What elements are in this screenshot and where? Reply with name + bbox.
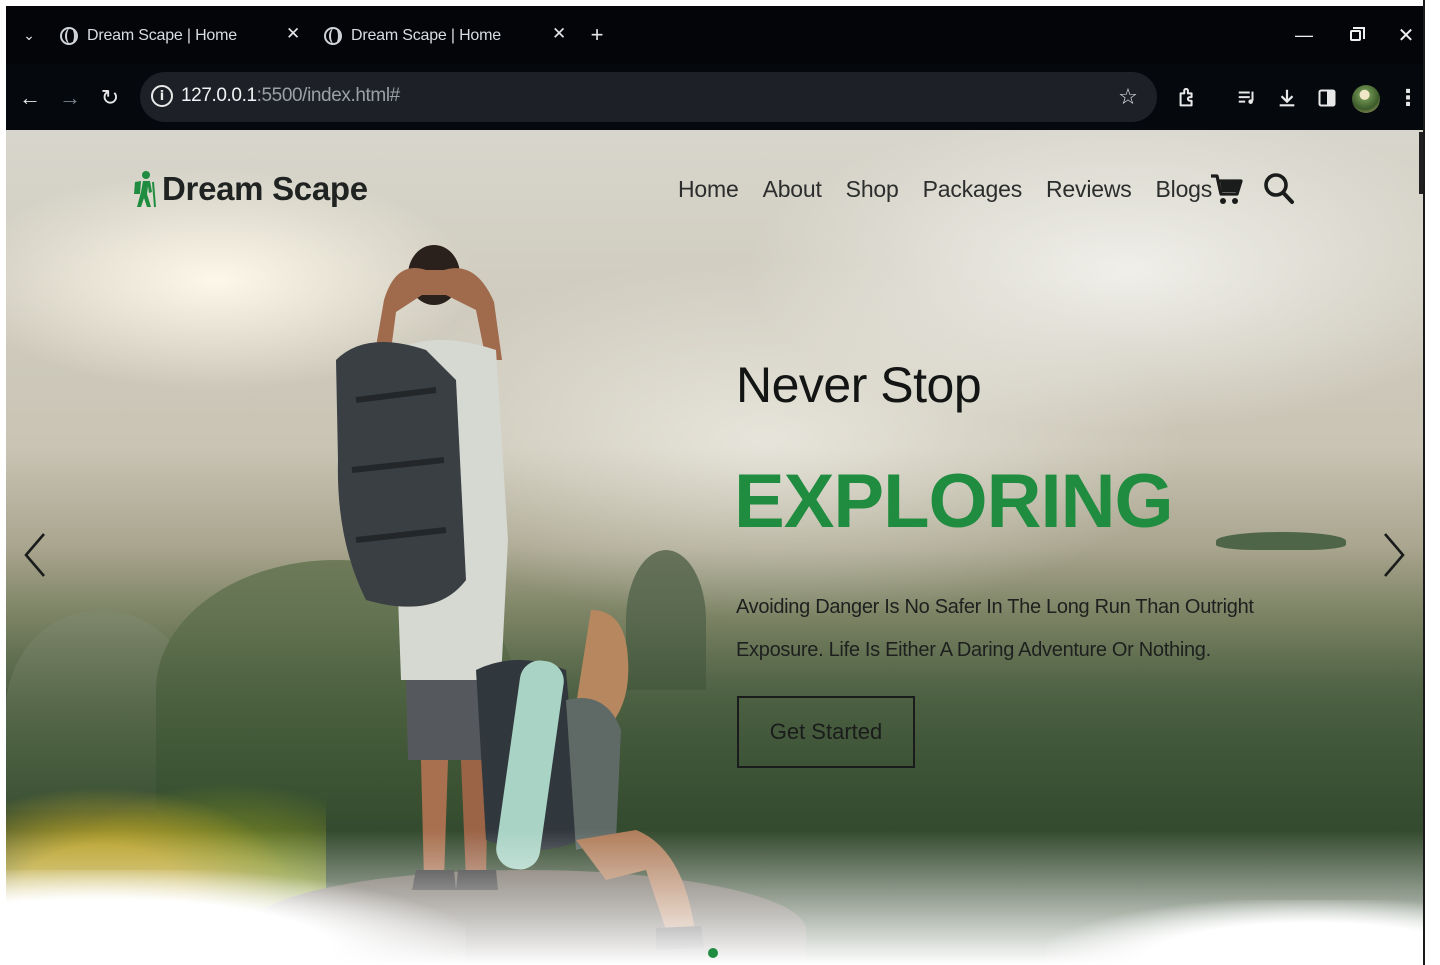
browser-window: ⌄ Dream Scape | Home ✕ Dream Scape | Hom… bbox=[6, 6, 1423, 965]
hero-description: Avoiding Danger Is No Safer In The Long … bbox=[736, 596, 1254, 661]
logo-text: Dream Scape bbox=[162, 170, 368, 207]
minimize-icon[interactable]: — bbox=[1289, 20, 1319, 50]
side-panel-icon[interactable] bbox=[1311, 82, 1343, 114]
mist-overlay bbox=[1046, 900, 1423, 965]
close-tab-icon[interactable]: ✕ bbox=[286, 24, 300, 44]
nav-shop[interactable]: Shop bbox=[846, 176, 899, 203]
url-path: :5500/index.html# bbox=[256, 85, 401, 106]
mist-overlay bbox=[6, 870, 466, 965]
nav-about[interactable]: About bbox=[763, 176, 822, 203]
download-icon[interactable] bbox=[1271, 82, 1303, 114]
hero-headline: Never Stop bbox=[736, 357, 982, 413]
globe-icon bbox=[324, 27, 342, 45]
back-arrow-icon[interactable]: ← bbox=[14, 82, 46, 114]
extensions-icon[interactable] bbox=[1171, 82, 1203, 114]
new-tab-icon[interactable]: + bbox=[584, 22, 610, 48]
nav-home[interactable]: Home bbox=[678, 176, 739, 203]
forward-arrow-icon[interactable]: → bbox=[54, 82, 86, 114]
nav-blogs[interactable]: Blogs bbox=[1156, 176, 1213, 203]
chevron-right-icon[interactable] bbox=[1377, 530, 1411, 580]
tab-search-chevron-icon[interactable]: ⌄ bbox=[18, 24, 40, 46]
hiker-logo-icon bbox=[134, 171, 156, 208]
reload-icon[interactable]: ↻ bbox=[94, 82, 126, 114]
tab-2[interactable]: Dream Scape | Home ✕ bbox=[324, 18, 574, 54]
profile-avatar[interactable] bbox=[1352, 85, 1380, 113]
browser-toolbar: ← → ↻ i 127.0.0.1:5500/index.html# ☆ ⋮ bbox=[6, 64, 1423, 130]
address-bar[interactable]: i 127.0.0.1:5500/index.html# ☆ bbox=[140, 72, 1157, 122]
tab-1[interactable]: Dream Scape | Home ✕ bbox=[60, 18, 305, 54]
bookmark-star-icon[interactable]: ☆ bbox=[1113, 82, 1143, 112]
url-host: 127.0.0.1 bbox=[181, 85, 257, 106]
page-viewport: Dream Scape Home About Shop Packages Rev… bbox=[6, 130, 1423, 965]
window-edge bbox=[1423, 0, 1425, 965]
search-icon[interactable] bbox=[1263, 172, 1295, 206]
tab-title: Dream Scape | Home bbox=[351, 27, 501, 44]
tab-title: Dream Scape | Home bbox=[87, 27, 237, 44]
globe-icon bbox=[60, 27, 78, 45]
nav-reviews[interactable]: Reviews bbox=[1046, 176, 1132, 203]
url-text[interactable]: 127.0.0.1:5500/index.html# bbox=[181, 85, 400, 107]
more-options-icon[interactable]: ⋮ bbox=[1392, 82, 1423, 114]
media-control-icon[interactable] bbox=[1231, 82, 1263, 114]
nav-packages[interactable]: Packages bbox=[923, 176, 1023, 203]
cart-icon[interactable] bbox=[1209, 172, 1243, 206]
close-window-icon[interactable]: ✕ bbox=[1391, 20, 1421, 50]
slide-indicator-dot[interactable] bbox=[708, 948, 718, 958]
tab-bar: ⌄ Dream Scape | Home ✕ Dream Scape | Hom… bbox=[6, 6, 1423, 64]
main-nav: Home About Shop Packages Reviews Blogs bbox=[678, 176, 1236, 203]
background-island bbox=[1216, 532, 1346, 550]
get-started-button[interactable]: Get Started bbox=[737, 696, 915, 768]
site-info-icon[interactable]: i bbox=[151, 85, 173, 107]
chevron-left-icon[interactable] bbox=[18, 530, 52, 580]
close-tab-icon[interactable]: ✕ bbox=[552, 24, 566, 44]
hero-accent-title: EXPLORING bbox=[734, 459, 1174, 544]
restore-icon[interactable] bbox=[1340, 20, 1370, 50]
site-logo[interactable]: Dream Scape bbox=[132, 170, 368, 208]
